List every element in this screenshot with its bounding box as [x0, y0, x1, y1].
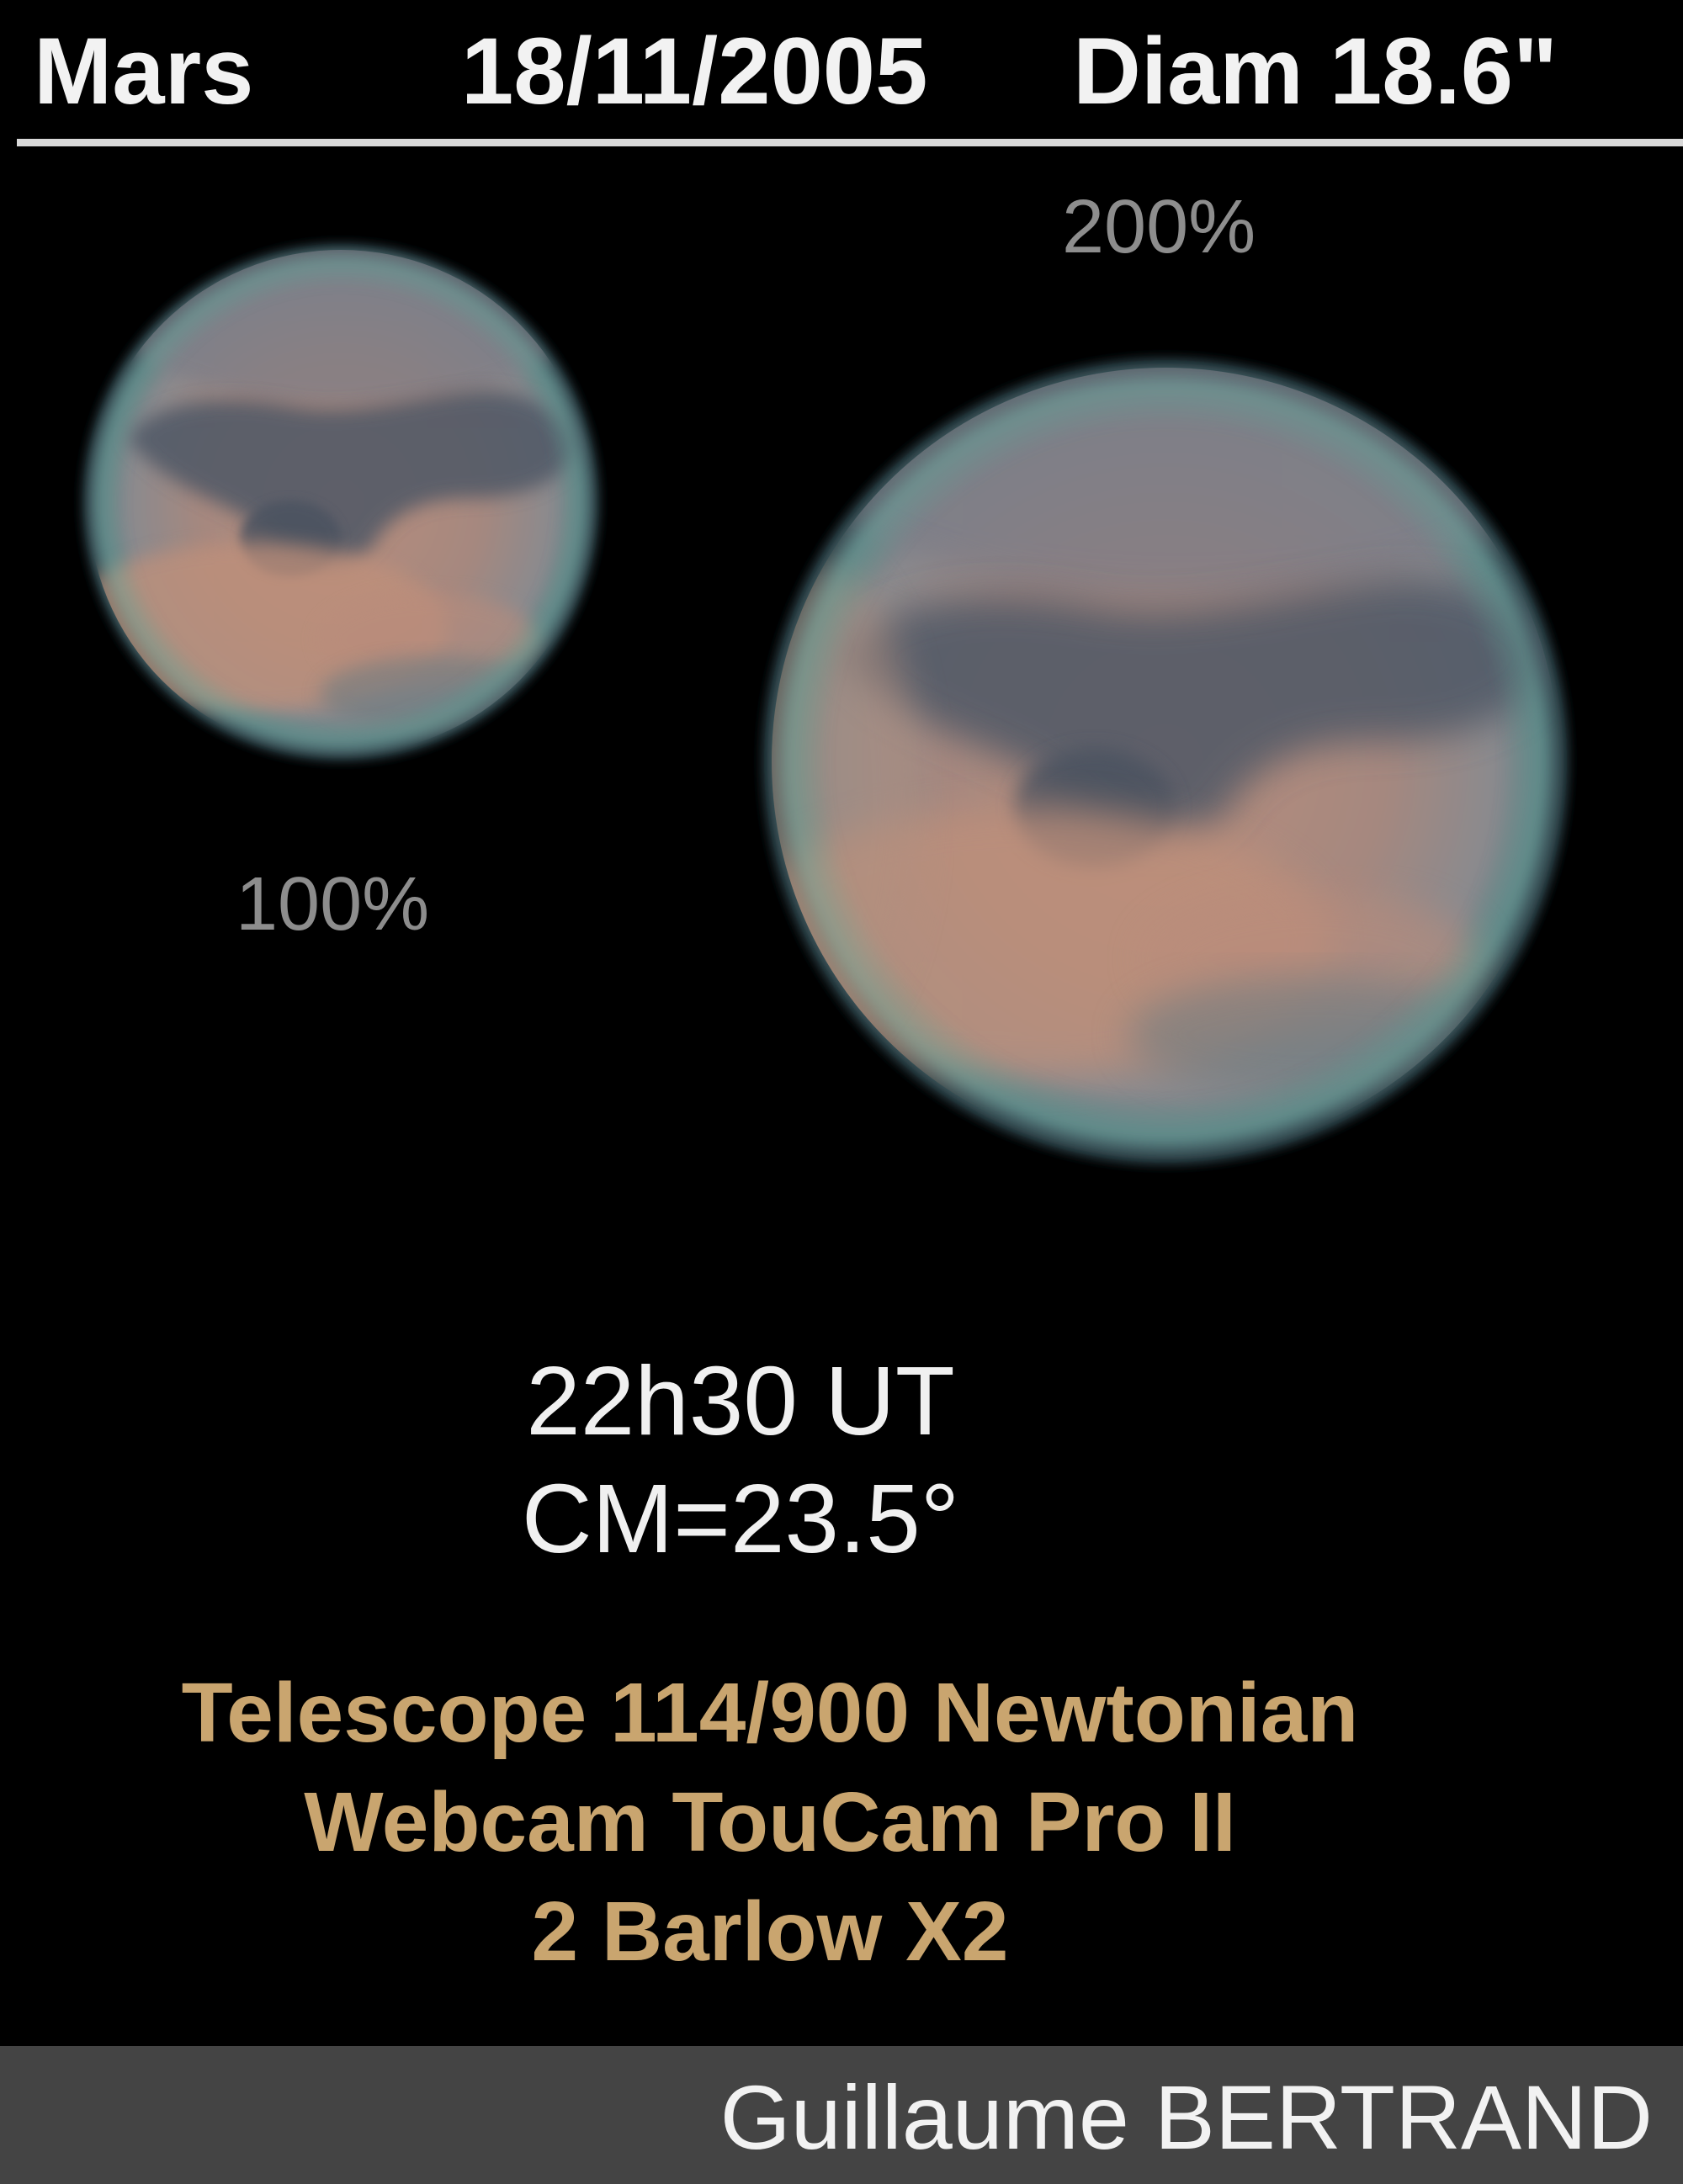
zoom-label-100: 100% [236, 862, 430, 946]
camera-info: Webcam TouCam Pro II [304, 1775, 1236, 1869]
mars-large-disk [762, 358, 1569, 1165]
telescope-info: Telescope 114/900 Newtonian [181, 1666, 1359, 1760]
zoom-label-200: 200% [1062, 185, 1256, 269]
barlow-info: 2 Barlow X2 [531, 1884, 1009, 1979]
author-credit: Guillaume BERTRAND [719, 2066, 1653, 2168]
mars-small-disk [82, 243, 600, 761]
observation-time: 22h30 UT [526, 1346, 955, 1455]
footer-bar: Guillaume BERTRAND [0, 2046, 1683, 2184]
central-meridian: CM=23.5° [521, 1464, 960, 1573]
